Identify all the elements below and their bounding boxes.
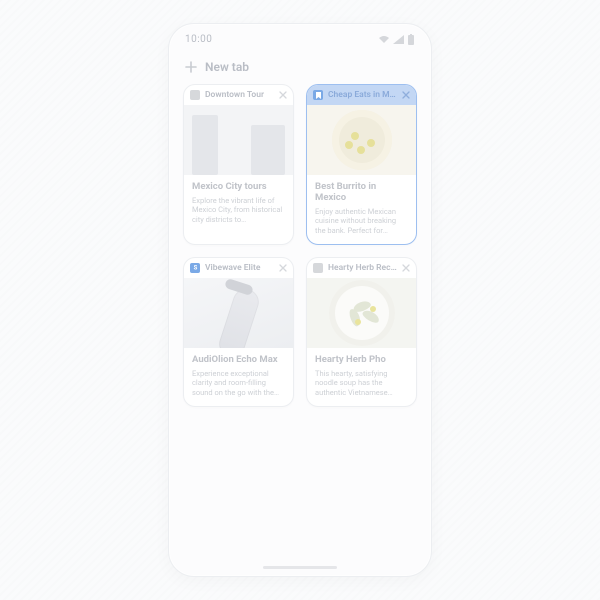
tab-label: Downtown Tour xyxy=(205,90,274,100)
favicon-icon xyxy=(313,90,323,100)
tab-label: Hearty Herb Reci… xyxy=(328,263,397,273)
tab-thumbnail xyxy=(184,105,293,175)
tab-label: Vibewave Elite xyxy=(205,263,274,273)
tab-title: Mexico City tours xyxy=(192,182,285,193)
tab-body: AudiOlion Echo Max Experience exceptiona… xyxy=(184,348,293,406)
new-tab-label: New tab xyxy=(205,60,249,74)
tab-thumbnail xyxy=(307,105,416,175)
tab-title: Best Burrito in Mexico xyxy=(315,182,408,204)
tab-description: Enjoy authentic Mexican cuisine without … xyxy=(315,207,408,235)
tab-header: S Vibewave Elite xyxy=(184,258,293,278)
tab-header: Cheap Eats in M… xyxy=(307,85,416,105)
tab-thumbnail xyxy=(184,278,293,348)
tab-header: Downtown Tour xyxy=(184,85,293,105)
status-time: 10:00 xyxy=(185,34,212,45)
favicon-icon xyxy=(313,263,323,273)
tab-body: Best Burrito in Mexico Enjoy authentic M… xyxy=(307,175,416,244)
tab-description: Experience exceptional clarity and room-… xyxy=(192,369,285,397)
home-indicator[interactable] xyxy=(263,566,337,569)
tab-card[interactable]: Downtown Tour Mexico City tours Explore … xyxy=(183,84,294,245)
status-bar: 10:00 xyxy=(169,24,431,54)
tab-card[interactable]: Cheap Eats in M… Best Burrito in Mexico … xyxy=(306,84,417,245)
tab-grid: Downtown Tour Mexico City tours Explore … xyxy=(169,84,431,407)
bookmark-icon xyxy=(315,92,322,99)
close-icon[interactable] xyxy=(402,264,410,272)
new-tab-button[interactable]: New tab xyxy=(169,54,431,84)
svg-text:S: S xyxy=(193,265,197,271)
battery-icon xyxy=(407,34,415,45)
close-icon[interactable] xyxy=(279,91,287,99)
tab-thumbnail xyxy=(307,278,416,348)
tab-card[interactable]: Hearty Herb Reci… Hearty Herb Pho This h… xyxy=(306,257,417,407)
tab-body: Hearty Herb Pho This hearty, satisfying … xyxy=(307,348,416,406)
close-icon[interactable] xyxy=(279,264,287,272)
tab-title: Hearty Herb Pho xyxy=(315,355,408,366)
phone-frame: 10:00 New tab Downtown Tour Mexico City … xyxy=(168,23,432,577)
favicon-icon: S xyxy=(190,263,200,273)
plus-icon xyxy=(185,61,197,73)
status-indicators xyxy=(378,34,415,45)
s-glyph-icon: S xyxy=(192,264,199,271)
close-icon[interactable] xyxy=(402,91,410,99)
wifi-icon xyxy=(378,35,390,44)
tab-description: Explore the vibrant life of Mexico City,… xyxy=(192,196,285,224)
favicon-icon xyxy=(190,90,200,100)
tab-card[interactable]: S Vibewave Elite AudiOlion Echo Max Expe… xyxy=(183,257,294,407)
tab-header: Hearty Herb Reci… xyxy=(307,258,416,278)
tab-title: AudiOlion Echo Max xyxy=(192,355,285,366)
tab-description: This hearty, satisfying noodle soup has … xyxy=(315,369,408,397)
tab-label: Cheap Eats in M… xyxy=(328,90,397,100)
tab-body: Mexico City tours Explore the vibrant li… xyxy=(184,175,293,233)
signal-icon xyxy=(393,35,404,44)
